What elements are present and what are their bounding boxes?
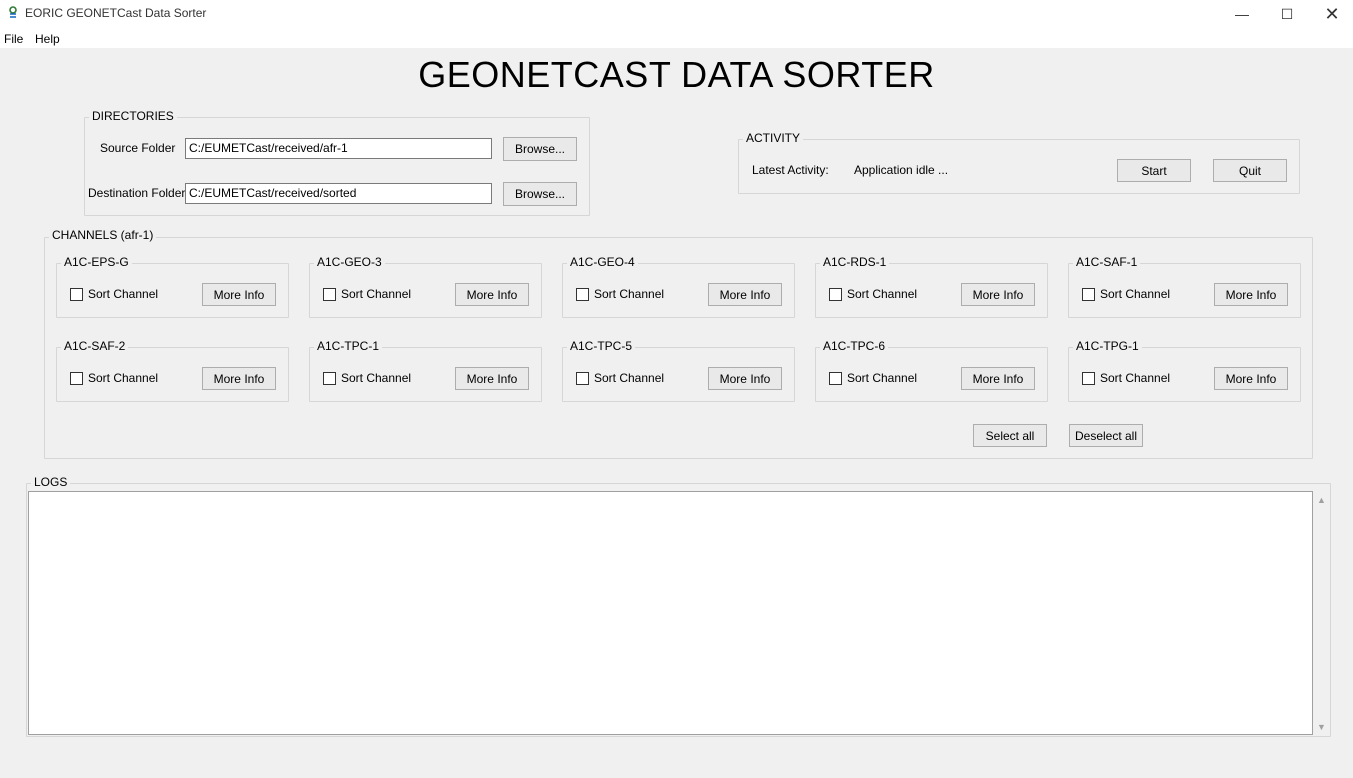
sort-channel-checkbox[interactable] — [323, 372, 336, 385]
channel-name: A1C-EPS-G — [61, 255, 132, 269]
menu-file[interactable]: File — [4, 32, 23, 46]
scroll-down-icon[interactable]: ▼ — [1313, 722, 1330, 732]
source-browse-button[interactable]: Browse... — [503, 137, 577, 161]
logs-label: LOGS — [31, 475, 71, 489]
sort-channel-checkbox[interactable] — [1082, 288, 1095, 301]
sort-channel-label[interactable]: Sort Channel — [1100, 371, 1170, 385]
sort-channel-checkbox[interactable] — [70, 372, 83, 385]
source-folder-input[interactable]: C:/EUMETCast/received/afr-1 — [185, 138, 492, 159]
channel-name: A1C-GEO-3 — [314, 255, 385, 269]
sort-channel-label[interactable]: Sort Channel — [341, 371, 411, 385]
sort-channel-label[interactable]: Sort Channel — [88, 287, 158, 301]
latest-activity-value: Application idle ... — [854, 163, 949, 177]
more-info-button[interactable]: More Info — [961, 283, 1035, 306]
sort-channel-checkbox[interactable] — [323, 288, 336, 301]
destination-folder-label: Destination Folder — [88, 186, 186, 200]
logs-scrollbar[interactable] — [1313, 491, 1330, 735]
close-button[interactable]: ✕ — [1309, 0, 1353, 28]
source-folder-label: Source Folder — [100, 141, 176, 155]
maximize-button[interactable]: ☐ — [1264, 0, 1310, 28]
channel-name: A1C-GEO-4 — [567, 255, 638, 269]
select-all-button[interactable]: Select all — [973, 424, 1047, 447]
sort-channel-checkbox[interactable] — [1082, 372, 1095, 385]
deselect-all-button[interactable]: Deselect all — [1069, 424, 1143, 447]
channel-name: A1C-TPC-1 — [314, 339, 383, 353]
more-info-button[interactable]: More Info — [202, 367, 276, 390]
channel-name: A1C-SAF-1 — [1073, 255, 1141, 269]
more-info-button[interactable]: More Info — [961, 367, 1035, 390]
sort-channel-label[interactable]: Sort Channel — [847, 287, 917, 301]
sort-channel-checkbox[interactable] — [576, 372, 589, 385]
channel-name: A1C-SAF-2 — [61, 339, 129, 353]
destination-browse-button[interactable]: Browse... — [503, 182, 577, 206]
sort-channel-label[interactable]: Sort Channel — [88, 371, 158, 385]
app-icon — [6, 5, 20, 21]
menu-help[interactable]: Help — [35, 32, 60, 46]
sort-channel-label[interactable]: Sort Channel — [341, 287, 411, 301]
page-title: GEONETCAST DATA SORTER — [418, 54, 935, 95]
sort-channel-label[interactable]: Sort Channel — [594, 287, 664, 301]
activity-label: ACTIVITY — [743, 131, 804, 145]
quit-button[interactable]: Quit — [1213, 159, 1287, 182]
more-info-button[interactable]: More Info — [455, 283, 529, 306]
directories-label: DIRECTORIES — [89, 109, 177, 123]
sort-channel-checkbox[interactable] — [576, 288, 589, 301]
menu-bar — [0, 28, 1353, 48]
more-info-button[interactable]: More Info — [202, 283, 276, 306]
channel-name: A1C-RDS-1 — [820, 255, 890, 269]
sort-channel-checkbox[interactable] — [70, 288, 83, 301]
more-info-button[interactable]: More Info — [1214, 367, 1288, 390]
latest-activity-label: Latest Activity: — [752, 163, 829, 177]
sort-channel-label[interactable]: Sort Channel — [847, 371, 917, 385]
channel-name: A1C-TPG-1 — [1073, 339, 1142, 353]
destination-folder-input[interactable]: C:/EUMETCast/received/sorted — [185, 183, 492, 204]
sort-channel-label[interactable]: Sort Channel — [1100, 287, 1170, 301]
channel-name: A1C-TPC-6 — [820, 339, 889, 353]
sort-channel-checkbox[interactable] — [829, 372, 842, 385]
more-info-button[interactable]: More Info — [708, 367, 782, 390]
sort-channel-checkbox[interactable] — [829, 288, 842, 301]
more-info-button[interactable]: More Info — [1214, 283, 1288, 306]
sort-channel-label[interactable]: Sort Channel — [594, 371, 664, 385]
window-title: EORIC GEONETCast Data Sorter — [25, 6, 207, 20]
scroll-up-icon[interactable]: ▲ — [1313, 495, 1330, 505]
start-button[interactable]: Start — [1117, 159, 1191, 182]
more-info-button[interactable]: More Info — [708, 283, 782, 306]
logs-textarea[interactable] — [28, 491, 1313, 735]
more-info-button[interactable]: More Info — [455, 367, 529, 390]
channel-name: A1C-TPC-5 — [567, 339, 636, 353]
minimize-button[interactable]: — — [1219, 0, 1265, 28]
channels-label: CHANNELS (afr-1) — [49, 228, 157, 242]
